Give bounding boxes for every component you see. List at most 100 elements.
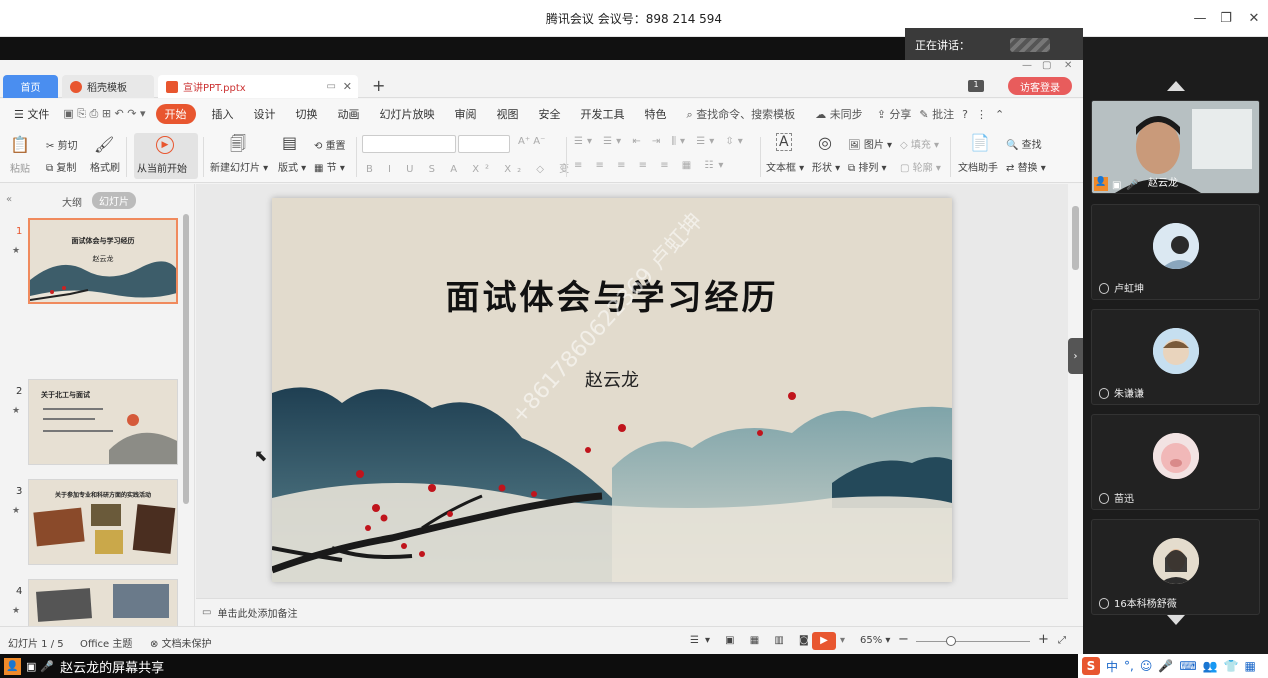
slideshow-play-button[interactable]: ▶ <box>812 632 836 650</box>
sync-status[interactable]: ☁ 未同步 <box>805 106 873 122</box>
menu-view[interactable]: 视图 <box>487 106 529 122</box>
paste-icon[interactable]: 📋 <box>10 135 30 154</box>
expand-side-panel-icon[interactable]: › <box>1068 338 1083 374</box>
theme-name[interactable]: Office 主题 <box>80 635 132 650</box>
slide-thumbnail-1[interactable]: 面试体会与学习经历 赵云龙 <box>28 218 178 304</box>
fill-button[interactable]: ◇ 填充 ▾ <box>900 136 939 151</box>
new-slide-button[interactable]: 新建幻灯片 ▾ <box>210 159 268 174</box>
reset-button[interactable]: ⟲ 重置 <box>314 137 346 152</box>
menu-special[interactable]: 特色 <box>635 106 677 122</box>
menu-insert[interactable]: 插入 <box>202 106 244 122</box>
quick-access-icons[interactable]: ▣ ⎘ ⎙ ⊞ ↶ ↷ ▾ <box>59 107 149 121</box>
thumb-scrollbar[interactable] <box>183 214 189 504</box>
tab-document[interactable]: 宣讲PPT.pptx ▭ ✕ <box>158 75 358 98</box>
tab-close-icon[interactable]: ✕ <box>343 80 352 93</box>
fit-window-icon[interactable]: ⤢ <box>1058 635 1066 646</box>
keyboard-icon[interactable]: ⌨ <box>1179 659 1196 673</box>
participant-tile[interactable]: 苗迅 <box>1091 414 1260 510</box>
zoom-level[interactable]: 65% ▾ <box>860 635 890 646</box>
section-button[interactable]: ▦ 节 ▾ <box>314 159 345 174</box>
participant-tile[interactable]: 朱谦谦 <box>1091 309 1260 405</box>
tab-slides[interactable]: 幻灯片 <box>92 192 136 209</box>
sogou-logo-icon[interactable]: S <box>1082 657 1100 675</box>
paste-button[interactable]: 粘贴 <box>10 160 30 175</box>
emoji-icon[interactable]: ☺ <box>1140 659 1153 673</box>
scroll-up-icon[interactable] <box>1167 81 1185 91</box>
view-mode-buttons[interactable]: ☰▾ ▣ ▦ ▥ ◙ <box>690 635 815 646</box>
doc-assistant-button[interactable]: 文档助手 <box>958 159 998 174</box>
menu-start[interactable]: 开始 <box>155 104 196 124</box>
ime-lang-toggle[interactable]: 中 <box>1106 658 1118 675</box>
zoom-slider[interactable] <box>916 641 1030 642</box>
protect-status[interactable]: ⊗ 文档未保护 <box>150 635 212 650</box>
collapse-ribbon-icon[interactable]: ⌃ <box>991 108 1008 121</box>
participant-tile[interactable]: 卢虹坤 <box>1091 204 1260 300</box>
collapse-panel-icon[interactable]: « <box>6 194 12 205</box>
textbox-button[interactable]: 文本框 ▾ <box>766 159 804 174</box>
zoom-out-button[interactable]: − <box>898 632 909 647</box>
slide-thumbnail-4[interactable] <box>28 579 178 627</box>
play-dropdown-icon[interactable]: ▾ <box>840 635 845 646</box>
font-size-combo[interactable] <box>458 135 510 153</box>
replace-button[interactable]: ⇄ 替换 ▾ <box>1006 159 1046 174</box>
menu-transition[interactable]: 切换 <box>286 106 328 122</box>
skin-icon[interactable]: 👕 <box>1224 659 1239 673</box>
from-current-button[interactable]: ▶ 从当前开始 <box>134 133 198 179</box>
copy-button[interactable]: ⧉ 复制 <box>46 159 76 174</box>
slide-thumbnail-3[interactable]: 关于参加专业和科研方面的实践活动 <box>28 479 178 565</box>
outline-button[interactable]: ▢ 轮廓 ▾ <box>900 159 941 174</box>
participant-tile[interactable]: 16本科杨舒薇 <box>1091 519 1260 615</box>
wps-restore-icon[interactable]: ▢ <box>1042 60 1051 71</box>
canvas-vertical-scrollbar[interactable] <box>1068 184 1083 626</box>
menu-design[interactable]: 设计 <box>244 106 286 122</box>
guest-login-button[interactable]: 访客登录 <box>1008 77 1072 95</box>
slide-author[interactable]: 赵云龙 <box>272 366 952 392</box>
user-icon[interactable]: 👥 <box>1203 659 1218 673</box>
slide-position: 幻灯片 1 / 5 <box>8 639 64 650</box>
more-icon[interactable]: ⋮ <box>972 108 991 121</box>
restore-icon[interactable]: ❐ <box>1216 8 1236 28</box>
punctuation-icon[interactable]: °, <box>1124 659 1134 673</box>
layout-button[interactable]: 版式 ▾ <box>278 159 306 174</box>
slide-thumbnail-2[interactable]: 关于北工与面试 <box>28 379 178 465</box>
menu-file[interactable]: ☰ 文件 <box>0 106 59 122</box>
close-icon[interactable]: ✕ <box>1244 8 1264 28</box>
notes-area[interactable]: ▭ 单击此处添加备注 <box>196 598 1068 626</box>
menu-security[interactable]: 安全 <box>529 106 571 122</box>
minimize-icon[interactable]: — <box>1190 8 1210 28</box>
participant-tile-video[interactable]: 👤 ▣ 🎤 赵云龙 <box>1091 100 1260 194</box>
font-style-buttons[interactable]: B I U S A X² X₂ ◇ 变 <box>366 160 575 175</box>
zoom-slider-handle[interactable] <box>946 636 956 646</box>
help-icon[interactable]: ? <box>958 108 972 121</box>
wps-minimize-icon[interactable]: — <box>1022 60 1032 71</box>
shape-button[interactable]: 形状 ▾ <box>812 159 840 174</box>
picture-button[interactable]: 🖼 图片 ▾ <box>848 136 892 151</box>
scroll-down-icon[interactable] <box>1167 615 1185 625</box>
scroll-thumb[interactable] <box>1072 206 1079 270</box>
wps-close-icon[interactable]: ✕ <box>1064 60 1072 71</box>
find-button[interactable]: 🔍 查找 <box>1006 136 1042 151</box>
current-slide[interactable]: 面试体会与学习经历 赵云龙 +8617860622369 卢虹坤 <box>272 198 952 582</box>
voice-input-icon[interactable]: 🎤 <box>1158 659 1173 673</box>
tab-template[interactable]: 稻壳模板 <box>62 75 154 98</box>
font-grow-icon[interactable]: A⁺ A⁻ <box>518 136 545 147</box>
paragraph-align-buttons[interactable]: ≡ ≡ ≡ ≡ ≡ ▦ ☷▾ <box>574 160 728 171</box>
tab-outline[interactable]: 大纲 <box>62 194 82 209</box>
format-brush-button[interactable]: 格式刷 <box>90 159 120 174</box>
paragraph-list-buttons[interactable]: ☰▾ ☰▾ ⇤ ⇥ ⫼▾ ☰▾ ⇳▾ <box>574 136 747 147</box>
cut-button[interactable]: ✂ 剪切 <box>46 137 78 152</box>
tab-home[interactable]: 首页 <box>3 75 58 98</box>
tab-pin-icon[interactable]: ▭ <box>327 81 336 92</box>
share-button[interactable]: ⇪ 分享 <box>873 106 916 122</box>
new-tab-icon[interactable]: + <box>372 76 385 95</box>
search-commands[interactable]: ⌕ 查找命令、搜索模板 <box>677 106 806 122</box>
menu-developer[interactable]: 开发工具 <box>571 106 635 122</box>
arrange-button[interactable]: ⧉ 排列 ▾ <box>848 159 887 174</box>
menu-review[interactable]: 审阅 <box>445 106 487 122</box>
toolbox-icon[interactable]: ▦ <box>1245 659 1256 673</box>
zoom-in-button[interactable]: + <box>1038 632 1049 647</box>
comment-button[interactable]: ✎ 批注 <box>915 106 958 122</box>
menu-animation[interactable]: 动画 <box>328 106 370 122</box>
font-name-combo[interactable] <box>362 135 456 153</box>
menu-slideshow[interactable]: 幻灯片放映 <box>370 106 445 122</box>
